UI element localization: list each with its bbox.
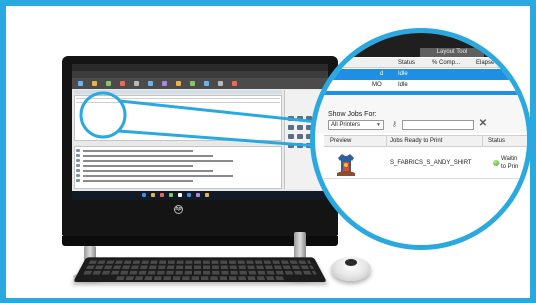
toolbar-icon bbox=[204, 81, 209, 86]
jobs-table-header: Preview Jobs Ready to Print Status bbox=[324, 135, 527, 147]
column-elapsed[interactable]: Elapse bbox=[476, 58, 494, 68]
mouse-wheel bbox=[345, 259, 357, 266]
taskbar-icon bbox=[169, 193, 173, 197]
screen-tab-strip bbox=[74, 90, 282, 94]
shirt-preview-icon bbox=[337, 154, 355, 176]
printer-thumbnail-icon bbox=[288, 116, 294, 121]
ready-dot-icon bbox=[493, 160, 499, 166]
toolbar-icon bbox=[218, 81, 223, 86]
printer-name: d bbox=[380, 71, 384, 77]
list-row-line bbox=[76, 98, 280, 99]
toolbar-icon bbox=[134, 81, 139, 86]
hp-logo: hp bbox=[174, 205, 183, 214]
job-status-line1: Waitin bbox=[501, 156, 518, 162]
key-row bbox=[83, 270, 317, 275]
list-row-thumb bbox=[76, 164, 80, 167]
printer-thumbnail-icon bbox=[288, 125, 294, 130]
toolbar-icon bbox=[162, 81, 167, 86]
toolbar-icon bbox=[78, 81, 83, 86]
toolbar-icon bbox=[232, 81, 237, 86]
toolbar-icon bbox=[148, 81, 153, 86]
list-row-thumb bbox=[76, 169, 80, 172]
list-row-text bbox=[83, 165, 193, 167]
show-jobs-label: Show Jobs For: bbox=[328, 111, 377, 118]
printer-status: Idle bbox=[398, 71, 408, 77]
toolbar-icon bbox=[120, 81, 125, 86]
list-row-thumb bbox=[76, 149, 80, 152]
header-preview[interactable]: Preview bbox=[330, 136, 351, 147]
magnifier: Layout Tool Status % Comp... Elapse d Id… bbox=[310, 28, 532, 250]
list-row-thumb bbox=[76, 179, 80, 182]
jobs-table-empty-area bbox=[315, 179, 527, 245]
screen-title-bar bbox=[72, 64, 328, 71]
job-status-line2: to Prin bbox=[501, 164, 519, 170]
close-icon[interactable]: ✕ bbox=[478, 118, 488, 130]
printer-thumbnail-icon bbox=[297, 134, 303, 139]
toolbar-icon bbox=[190, 81, 195, 86]
header-jobs[interactable]: Jobs Ready to Print bbox=[390, 136, 442, 147]
printer-row[interactable]: d Idle bbox=[315, 69, 527, 80]
header-status[interactable]: Status bbox=[488, 136, 505, 147]
key-row bbox=[86, 265, 314, 269]
list-row-line bbox=[76, 102, 280, 103]
printer-thumbnail-icon bbox=[288, 143, 294, 148]
job-search-input[interactable] bbox=[402, 120, 474, 130]
list-row-text bbox=[83, 175, 233, 177]
list-row-text bbox=[83, 170, 213, 172]
taskbar-icon bbox=[196, 193, 200, 197]
toolbar-icon bbox=[176, 81, 181, 86]
job-name: S_FABRICS_S_ANDY_SHIRT bbox=[390, 160, 472, 166]
list-row-thumb bbox=[76, 154, 80, 157]
taskbar-icon bbox=[160, 193, 164, 197]
screen-job-panel bbox=[74, 146, 282, 189]
printer-thumbnail-icon bbox=[297, 116, 303, 121]
column-status[interactable]: Status bbox=[398, 58, 415, 68]
chevron-down-icon[interactable]: ▼ bbox=[376, 122, 381, 128]
printer-column-header: Status % Comp... Elapse bbox=[315, 58, 527, 68]
list-row-thumb bbox=[76, 159, 80, 162]
taskbar-icon bbox=[178, 193, 182, 197]
taskbar-icon bbox=[142, 193, 146, 197]
space-bar-row bbox=[116, 276, 284, 281]
printer-status: Idle bbox=[398, 82, 408, 88]
printer-thumbnail-icon bbox=[297, 125, 303, 130]
key-row bbox=[88, 260, 312, 264]
list-row-text bbox=[83, 160, 233, 162]
window-title: Layout Tool bbox=[420, 48, 484, 57]
printer-thumbnail-icon bbox=[297, 143, 303, 148]
taskbar-icon bbox=[187, 193, 191, 197]
list-row-text bbox=[83, 180, 193, 182]
list-row-thumb bbox=[76, 174, 80, 177]
list-row-text bbox=[83, 150, 193, 152]
taskbar-icon bbox=[151, 193, 155, 197]
key-icon[interactable]: ⚷ bbox=[390, 120, 399, 129]
toolbar-icon bbox=[106, 81, 111, 86]
screen-menu-bar bbox=[72, 71, 328, 78]
printer-name: MO bbox=[372, 82, 382, 88]
column-complete[interactable]: % Comp... bbox=[432, 58, 460, 68]
printer-row[interactable]: MO Idle bbox=[315, 80, 527, 91]
taskbar-icon bbox=[205, 193, 209, 197]
toolbar-icon bbox=[92, 81, 97, 86]
list-row-text bbox=[83, 155, 213, 157]
printer-thumbnail-icon bbox=[288, 134, 294, 139]
keyboard bbox=[73, 257, 327, 283]
screen-taskbar bbox=[72, 191, 328, 200]
